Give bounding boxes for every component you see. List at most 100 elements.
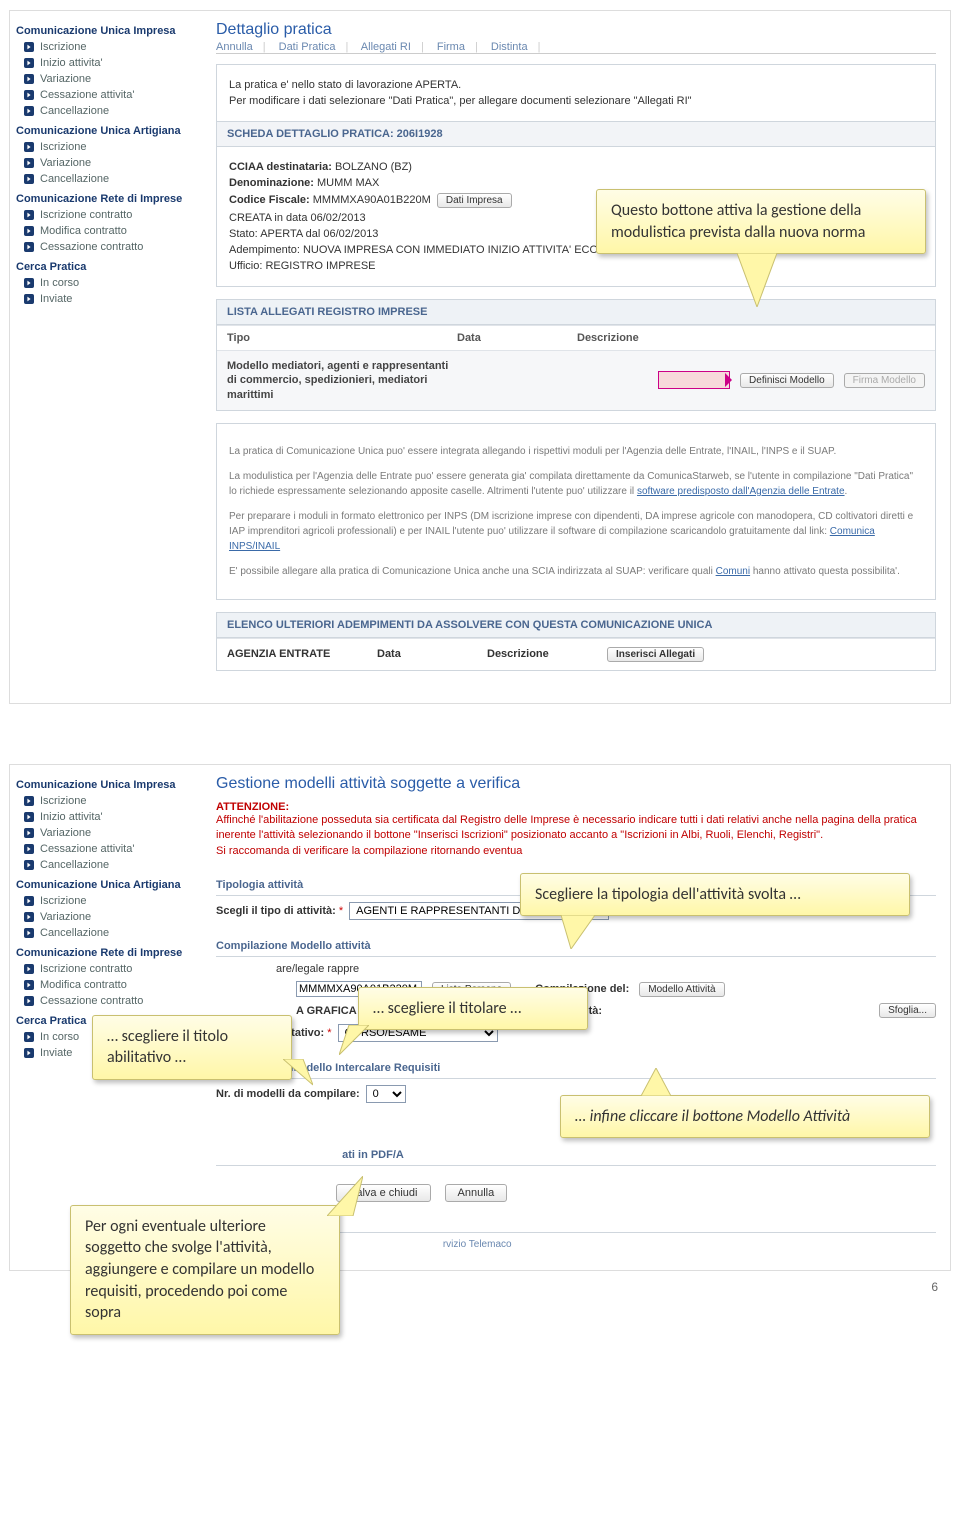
bullet-icon: [24, 928, 34, 938]
bullet-icon: [24, 278, 34, 288]
sidebar-item[interactable]: Iscrizione: [16, 893, 196, 909]
slide-1: Comunicazione Unica Impresa Iscrizione I…: [9, 10, 951, 704]
modello-attivita-button[interactable]: Modello Attività: [639, 982, 724, 997]
sidebar-item[interactable]: Inizio attivita': [16, 55, 196, 71]
bullet-icon: [24, 174, 34, 184]
sidebar-group-title: Comunicazione Rete di Imprese: [16, 193, 196, 205]
bullet-icon: [24, 980, 34, 990]
sidebar-item[interactable]: Modifica contratto: [16, 223, 196, 239]
link-agenzia-entrate[interactable]: software predisposto dall'Agenzia delle …: [637, 486, 845, 497]
sidebar-item[interactable]: Cancellazione: [16, 103, 196, 119]
annulla-button[interactable]: Annulla: [445, 1184, 508, 1202]
callout-pointer-icon: [283, 1059, 313, 1089]
sidebar-group-title: Cerca Pratica: [16, 261, 196, 273]
arrow-icon: [658, 371, 730, 389]
sidebar-item[interactable]: Cancellazione: [16, 857, 196, 873]
callout-tipologia: Scegliere la tipologia dell'attività svo…: [520, 873, 910, 917]
sfoglia-button[interactable]: Sfoglia...: [879, 1003, 936, 1018]
sidebar-item[interactable]: Cessazione attivita': [16, 87, 196, 103]
sidebar: Comunicazione Unica Impresa Iscrizione I…: [10, 11, 202, 703]
scheda-header: SCHEDA DETTAGLIO PRATICA: 206I1928: [217, 121, 935, 147]
callout-perogni: Per ogni eventuale ulteriore soggetto ch…: [70, 1205, 340, 1335]
sidebar-group-title: Comunicazione Unica Impresa: [16, 25, 196, 37]
lista-header: LISTA ALLEGATI REGISTRO IMPRESE: [217, 300, 935, 325]
panel-allegati: LISTA ALLEGATI REGISTRO IMPRESE Tipo Dat…: [216, 299, 936, 411]
bullet-icon: [24, 58, 34, 68]
sidebar-item[interactable]: Cessazione contratto: [16, 993, 196, 1009]
bullet-icon: [24, 1048, 34, 1058]
link-comuni[interactable]: Comuni: [716, 566, 750, 577]
form-row-buttons: Salva e chiudi Annulla: [216, 1184, 936, 1202]
callout-pointer-icon: [339, 1025, 369, 1055]
info-panel: La pratica di Comunicazione Unica puo' e…: [216, 423, 936, 600]
elenco-header: ELENCO ULTERIORI ADEMPIMENTI DA ASSOLVER…: [217, 613, 935, 638]
callout-modello: … infine cliccare il bottone Modello Att…: [560, 1095, 930, 1139]
sidebar-item[interactable]: Cancellazione: [16, 171, 196, 187]
bullet-icon: [24, 210, 34, 220]
bullet-icon: [24, 158, 34, 168]
sidebar-item[interactable]: Variazione: [16, 909, 196, 925]
callout-definisci: Questo bottone attiva la gestione della …: [596, 189, 926, 254]
sidebar-item[interactable]: Variazione: [16, 155, 196, 171]
bullet-icon: [24, 844, 34, 854]
sidebar-item[interactable]: Iscrizione contratto: [16, 961, 196, 977]
warning-text: Affinché l'abilitazione posseduta sia ce…: [216, 813, 936, 859]
sidebar-item[interactable]: Cessazione attivita': [16, 841, 196, 857]
sidebar-item[interactable]: Modifica contratto: [16, 977, 196, 993]
sidebar-item[interactable]: In corso: [16, 275, 196, 291]
sidebar-item[interactable]: Cancellazione: [16, 925, 196, 941]
bullet-icon: [24, 90, 34, 100]
bullet-icon: [24, 828, 34, 838]
main-content: Dettaglio pratica Annulla| Dati Pratica|…: [202, 11, 950, 703]
tab-firma[interactable]: Firma: [437, 41, 465, 53]
sidebar-item[interactable]: Iscrizione: [16, 139, 196, 155]
sidebar-item[interactable]: Iscrizione: [16, 39, 196, 55]
bullet-icon: [24, 812, 34, 822]
sidebar-item[interactable]: Iscrizione contratto: [16, 207, 196, 223]
bullet-icon: [24, 912, 34, 922]
sidebar-item[interactable]: Cessazione contratto: [16, 239, 196, 255]
bullet-icon: [24, 294, 34, 304]
bullet-icon: [24, 996, 34, 1006]
callout-pointer-icon: [641, 1068, 671, 1096]
page-number: 6: [931, 1280, 938, 1294]
tab-annulla[interactable]: Annulla: [216, 41, 253, 53]
callout-pointer-icon: [561, 915, 595, 949]
bullet-icon: [24, 226, 34, 236]
sidebar-item[interactable]: Variazione: [16, 825, 196, 841]
bullet-icon: [24, 964, 34, 974]
bullet-icon: [24, 242, 34, 252]
sidebar-group-title: Comunicazione Unica Impresa: [16, 779, 196, 791]
warning-title: ATTENZIONE:: [216, 801, 936, 813]
section-intercalare: Compilazione Modello Intercalare Requisi…: [216, 1056, 936, 1079]
tab-bar: Annulla| Dati Pratica| Allegati RI| Firm…: [216, 41, 936, 54]
definisci-modello-button[interactable]: Definisci Modello: [740, 373, 834, 388]
sidebar-item[interactable]: Inizio attivita': [16, 809, 196, 825]
firma-modello-button: Firma Modello: [844, 373, 925, 388]
page-title: Dettaglio pratica: [216, 21, 936, 39]
sidebar-item[interactable]: Iscrizione: [16, 793, 196, 809]
callout-pointer-icon: [737, 253, 777, 307]
page-title: Gestione modelli attività soggette a ver…: [216, 775, 936, 793]
sidebar-group-title: Comunicazione Unica Artigiana: [16, 125, 196, 137]
inserisci-allegati-button[interactable]: Inserisci Allegati: [607, 647, 704, 662]
intro-text: Per modificare i dati selezionare "Dati …: [229, 95, 923, 107]
dati-impresa-button[interactable]: Dati Impresa: [437, 193, 512, 208]
sidebar-group-title: Comunicazione Rete di Imprese: [16, 947, 196, 959]
bullet-icon: [24, 74, 34, 84]
sidebar-item[interactable]: Variazione: [16, 71, 196, 87]
nr-modelli-select[interactable]: 0: [366, 1085, 406, 1103]
tab-allegati-ri[interactable]: Allegati RI: [361, 41, 411, 53]
bullet-icon: [24, 142, 34, 152]
section-pdfa: xati in PDF/A: [216, 1143, 936, 1166]
bullet-icon: [24, 42, 34, 52]
sidebar-group-title: Comunicazione Unica Artigiana: [16, 879, 196, 891]
bullet-icon: [24, 860, 34, 870]
table-header: Tipo Data Descrizione: [217, 325, 935, 350]
tab-dati-pratica[interactable]: Dati Pratica: [279, 41, 336, 53]
agenzia-row: AGENZIA ENTRATE Data Descrizione Inseris…: [217, 638, 935, 670]
callout-pointer-icon: [327, 1176, 363, 1216]
tab-distinta[interactable]: Distinta: [491, 41, 528, 53]
sidebar-item[interactable]: Inviate: [16, 291, 196, 307]
bullet-icon: [24, 796, 34, 806]
